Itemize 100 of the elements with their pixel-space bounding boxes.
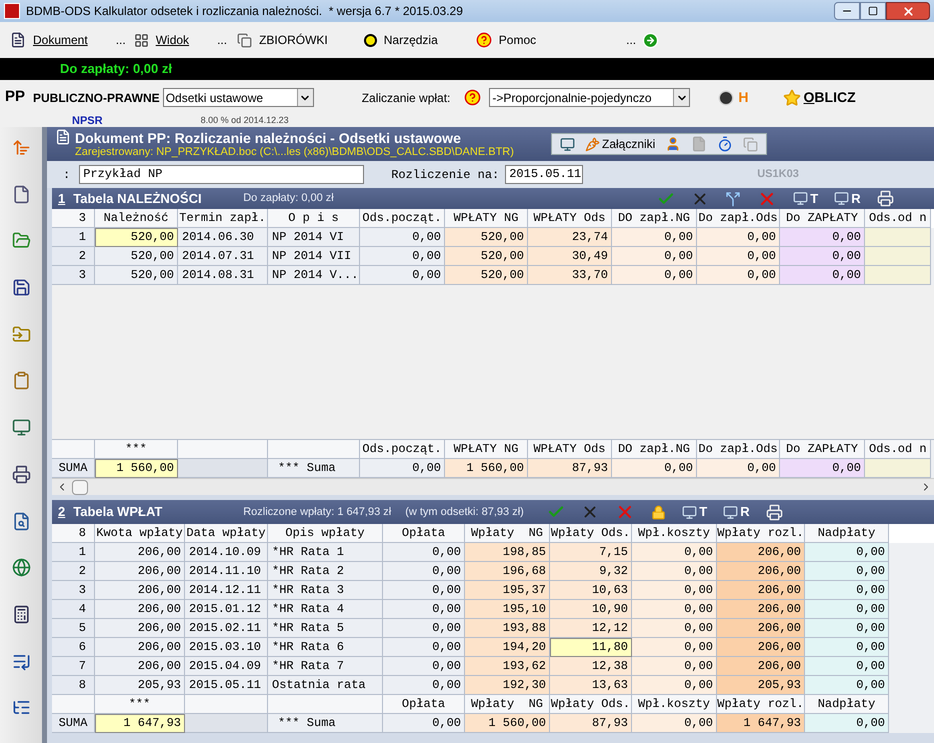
column-header[interactable]: WPŁATY NG: [445, 209, 528, 228]
window-title: BDMB-ODS Kalkulator odsetek i rozliczania należności. * wersja 6.7 * 2015.03.29: [26, 3, 463, 20]
status-code: US1K03: [757, 167, 799, 182]
report-button[interactable]: T: [678, 502, 712, 522]
file-search-icon: [12, 512, 30, 530]
forward-button[interactable]: [642, 32, 660, 48]
column-header[interactable]: Do ZAPŁATY: [780, 209, 865, 228]
monitor-icon: [793, 191, 808, 206]
horizontal-scrollbar[interactable]: [52, 478, 934, 495]
maximize-button[interactable]: [860, 2, 886, 20]
table-cell: 520,00: [95, 228, 178, 247]
close-button[interactable]: [886, 2, 930, 20]
table-summary: Do zapłaty: 0,00 zł: [243, 191, 334, 206]
row-number: 3: [52, 581, 95, 600]
menu-item[interactable]: Narzędzia: [384, 31, 438, 49]
name-field[interactable]: Przykład NP: [79, 165, 364, 184]
column-header[interactable]: Termin zapł.: [178, 209, 268, 228]
row-count: 3: [52, 209, 95, 228]
scrollbar-thumb[interactable]: [72, 480, 88, 494]
column-header[interactable]: Wpłaty NG: [465, 524, 550, 543]
footer-header: Ods.począt.: [360, 440, 445, 459]
report-button[interactable]: R: [830, 188, 865, 208]
column-header[interactable]: Ods.od n: [865, 209, 931, 228]
rate-info: 8.00 % od 2014.12.23: [200, 114, 289, 128]
due-amount: Do zapłaty: 0,00 zł: [60, 60, 172, 78]
column-header[interactable]: DO zapł.NG: [612, 209, 697, 228]
document-icon: [55, 129, 71, 145]
table-cell: 0,00: [805, 676, 889, 695]
table-cell: 33,70: [528, 266, 612, 285]
column-header[interactable]: Opis wpłaty: [268, 524, 383, 543]
interest-select[interactable]: Odsetki ustawowe: [162, 88, 314, 107]
rate-code: NPSR: [72, 114, 103, 129]
footer-header: DO zapł.NG: [612, 440, 697, 459]
calculate-button[interactable]: OBLICZ: [782, 87, 856, 108]
table-cell: 0,00: [383, 543, 465, 562]
help-icon: [476, 32, 492, 48]
attachments-button[interactable]: Załączniki: [585, 135, 656, 153]
timer-button[interactable]: [717, 136, 734, 152]
table-cell: 10,90: [550, 600, 632, 619]
monitor-button[interactable]: [560, 136, 575, 152]
menu-item[interactable]: Widok: [156, 31, 190, 49]
allocation-select[interactable]: ->Proporcjonalnie-pojedynczo: [489, 88, 690, 107]
table-cell: 0,00: [612, 228, 697, 247]
column-header[interactable]: Ods.począt.: [360, 209, 445, 228]
table-cell: 0,00: [612, 247, 697, 266]
report-button[interactable]: R: [719, 502, 754, 522]
timer-icon: [717, 136, 734, 152]
table-cell: 13,63: [550, 676, 632, 695]
column-header[interactable]: O p i s: [268, 209, 360, 228]
table-cell: 0,00: [632, 562, 717, 581]
table-cell: 0,00: [805, 657, 889, 676]
table-number: 1: [58, 190, 66, 208]
table-cell: 0,00: [805, 619, 889, 638]
clock-icon: [718, 90, 734, 106]
close-icon: [902, 4, 914, 18]
report-button[interactable]: T: [789, 188, 822, 208]
printer-icon: [766, 504, 783, 520]
table-cell: 0,00: [383, 619, 465, 638]
calculator-icon: [12, 604, 30, 624]
table-cell: 11,80: [550, 638, 632, 657]
user-button[interactable]: [665, 136, 682, 152]
column-header[interactable]: Opłata: [383, 524, 465, 543]
table-cell: 195,10: [465, 600, 550, 619]
menu-item[interactable]: ZBIORÓWKI: [259, 31, 328, 49]
column-header[interactable]: Wpłaty Ods.: [550, 524, 632, 543]
table-cell: 0,00: [360, 247, 445, 266]
sum-cell: 0,00: [780, 459, 865, 478]
sum-cell: 87,93: [528, 459, 612, 478]
menu-item[interactable]: Pomoc: [498, 31, 536, 49]
table-cell: *HR Rata 4: [268, 600, 383, 619]
column-header[interactable]: Do zapł.Ods: [697, 209, 780, 228]
row-count: 8: [52, 524, 95, 543]
table-cell: NP 2014 V...: [268, 266, 360, 285]
name-label: :: [63, 166, 70, 184]
menu-item[interactable]: Dokument: [33, 31, 88, 49]
column-header[interactable]: Wpłaty rozl.: [717, 524, 805, 543]
footer-header: Ods.od n: [865, 440, 931, 459]
table-cell: 195,37: [465, 581, 550, 600]
table-cell: 206,00: [95, 581, 185, 600]
column-header[interactable]: WPŁATY Ods: [528, 209, 612, 228]
star-icon: [782, 88, 801, 106]
help-icon: [464, 89, 482, 106]
footer-header: Wpłaty rozl.: [717, 695, 805, 714]
table-cell: 206,00: [95, 638, 185, 657]
folder-input-icon: [12, 324, 30, 344]
column-header[interactable]: Kwota wpłaty: [95, 524, 185, 543]
table-cell: 0,00: [383, 600, 465, 619]
column-header[interactable]: Wpł.koszty: [632, 524, 717, 543]
table-title: Tabela WPŁAT: [73, 503, 164, 522]
folder-icon: [12, 231, 30, 250]
table-cell: 0,00: [697, 266, 780, 285]
footer-header: Wpł.koszty: [632, 695, 717, 714]
table-cell: 2014.08.31: [178, 266, 268, 285]
column-header[interactable]: Należność: [95, 209, 178, 228]
column-header[interactable]: Data wpłaty: [185, 524, 268, 543]
date-field[interactable]: 2015.05.11: [505, 165, 584, 184]
split-icon: [725, 190, 742, 206]
column-header[interactable]: Nadpłaty: [805, 524, 889, 543]
table-cell: 2015.05.11: [185, 676, 268, 695]
table-cell: NP 2014 VII: [268, 247, 360, 266]
